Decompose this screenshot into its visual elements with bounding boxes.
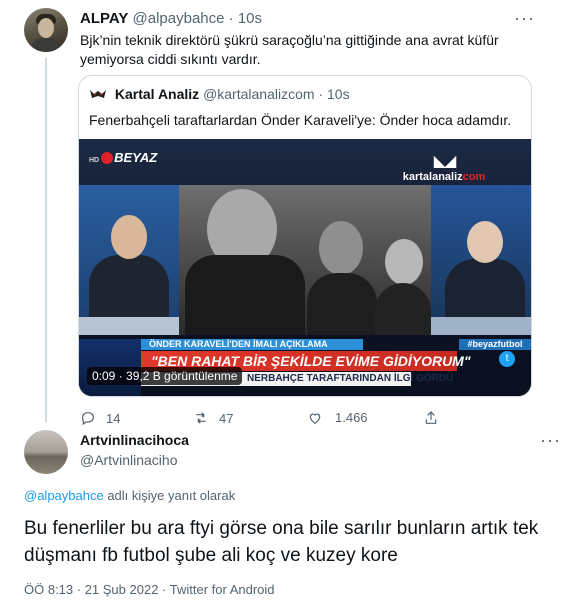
display-name[interactable]: Artvinlinacihoca	[80, 432, 189, 448]
thread-connector-line	[45, 58, 47, 422]
reply-to-link[interactable]: @alpaybahce	[24, 488, 104, 503]
tweet-header: ALPAY @alpaybahce · 10s	[80, 10, 262, 27]
more-icon[interactable]: ···	[540, 430, 561, 451]
video-panel-left	[79, 185, 179, 335]
separator: ·	[318, 86, 324, 102]
twitter-icon: t	[499, 351, 515, 367]
quoted-tweet-header: Kartal Analiz @kartalanalizcom · 10s	[89, 86, 350, 102]
tweet-metadata[interactable]: ÖÖ 8:13 · 21 Şub 2022 · Twitter for Andr…	[24, 582, 275, 597]
quoted-tweet[interactable]: Kartal Analiz @kartalanalizcom · 10s Fen…	[78, 75, 532, 397]
share-button[interactable]	[423, 410, 439, 426]
view-count: 1.466	[335, 410, 368, 425]
like-button[interactable]	[307, 410, 333, 426]
tweet-text: Bjk’nin teknik direktörü şükrü saraçoğlu…	[80, 32, 499, 67]
avatar-artvinlinacihoca[interactable]	[24, 430, 68, 474]
video-player[interactable]: HD BEYAZ ◣◢ kartalanalizcom ÖNDER KARAVE…	[79, 139, 531, 396]
video-view-count: 0:09 · 39,2 B görüntülenme	[87, 367, 243, 385]
reply-count: 14	[106, 410, 121, 426]
tweet-text: Bu fenerliler bu ara ftyi görse ona bile…	[24, 518, 539, 566]
quoted-timestamp[interactable]: 10s	[327, 86, 350, 102]
video-panel-right	[431, 185, 531, 335]
timestamp[interactable]: 10s	[238, 10, 262, 27]
quoted-tweet-text: Fenerbahçeli taraftarlardan Önder Karave…	[89, 112, 512, 128]
heart-icon	[309, 413, 321, 425]
reply-icon	[82, 412, 94, 426]
reply-context-label: adlı kişiye yanıt olarak	[103, 488, 236, 503]
share-icon	[425, 411, 437, 424]
reply-button[interactable]: 14	[80, 410, 120, 426]
separator: ·	[228, 10, 234, 27]
channel-logo: HD BEYAZ	[89, 150, 158, 165]
handle[interactable]: @alpaybahce	[133, 10, 225, 27]
display-name[interactable]: ALPAY	[80, 10, 128, 27]
watermark-logo: ◣◢ kartalanalizcom	[402, 153, 486, 183]
retweet-icon	[196, 412, 206, 424]
hashtag-badge: #beyazfutbol	[459, 339, 531, 350]
retweet-button[interactable]: 47	[193, 410, 233, 426]
view-count-button[interactable]: 1.466	[335, 410, 368, 425]
banner-top: ÖNDER KARAVELİ'DEN İMALI AÇIKLAMA	[141, 339, 363, 350]
quoted-handle[interactable]: @kartalanalizcom	[203, 86, 314, 102]
handle[interactable]: @Artvinlinaciho	[80, 452, 177, 468]
reply-context: @alpaybahce adlı kişiye yanıt olarak	[24, 488, 235, 503]
quoted-display-name[interactable]: Kartal Analiz	[115, 86, 199, 102]
eagle-logo-icon	[90, 90, 106, 98]
avatar-alpay[interactable]	[24, 8, 68, 52]
video-panel-center	[179, 185, 431, 335]
more-icon[interactable]: ···	[514, 8, 535, 29]
retweet-count: 47	[219, 410, 234, 426]
